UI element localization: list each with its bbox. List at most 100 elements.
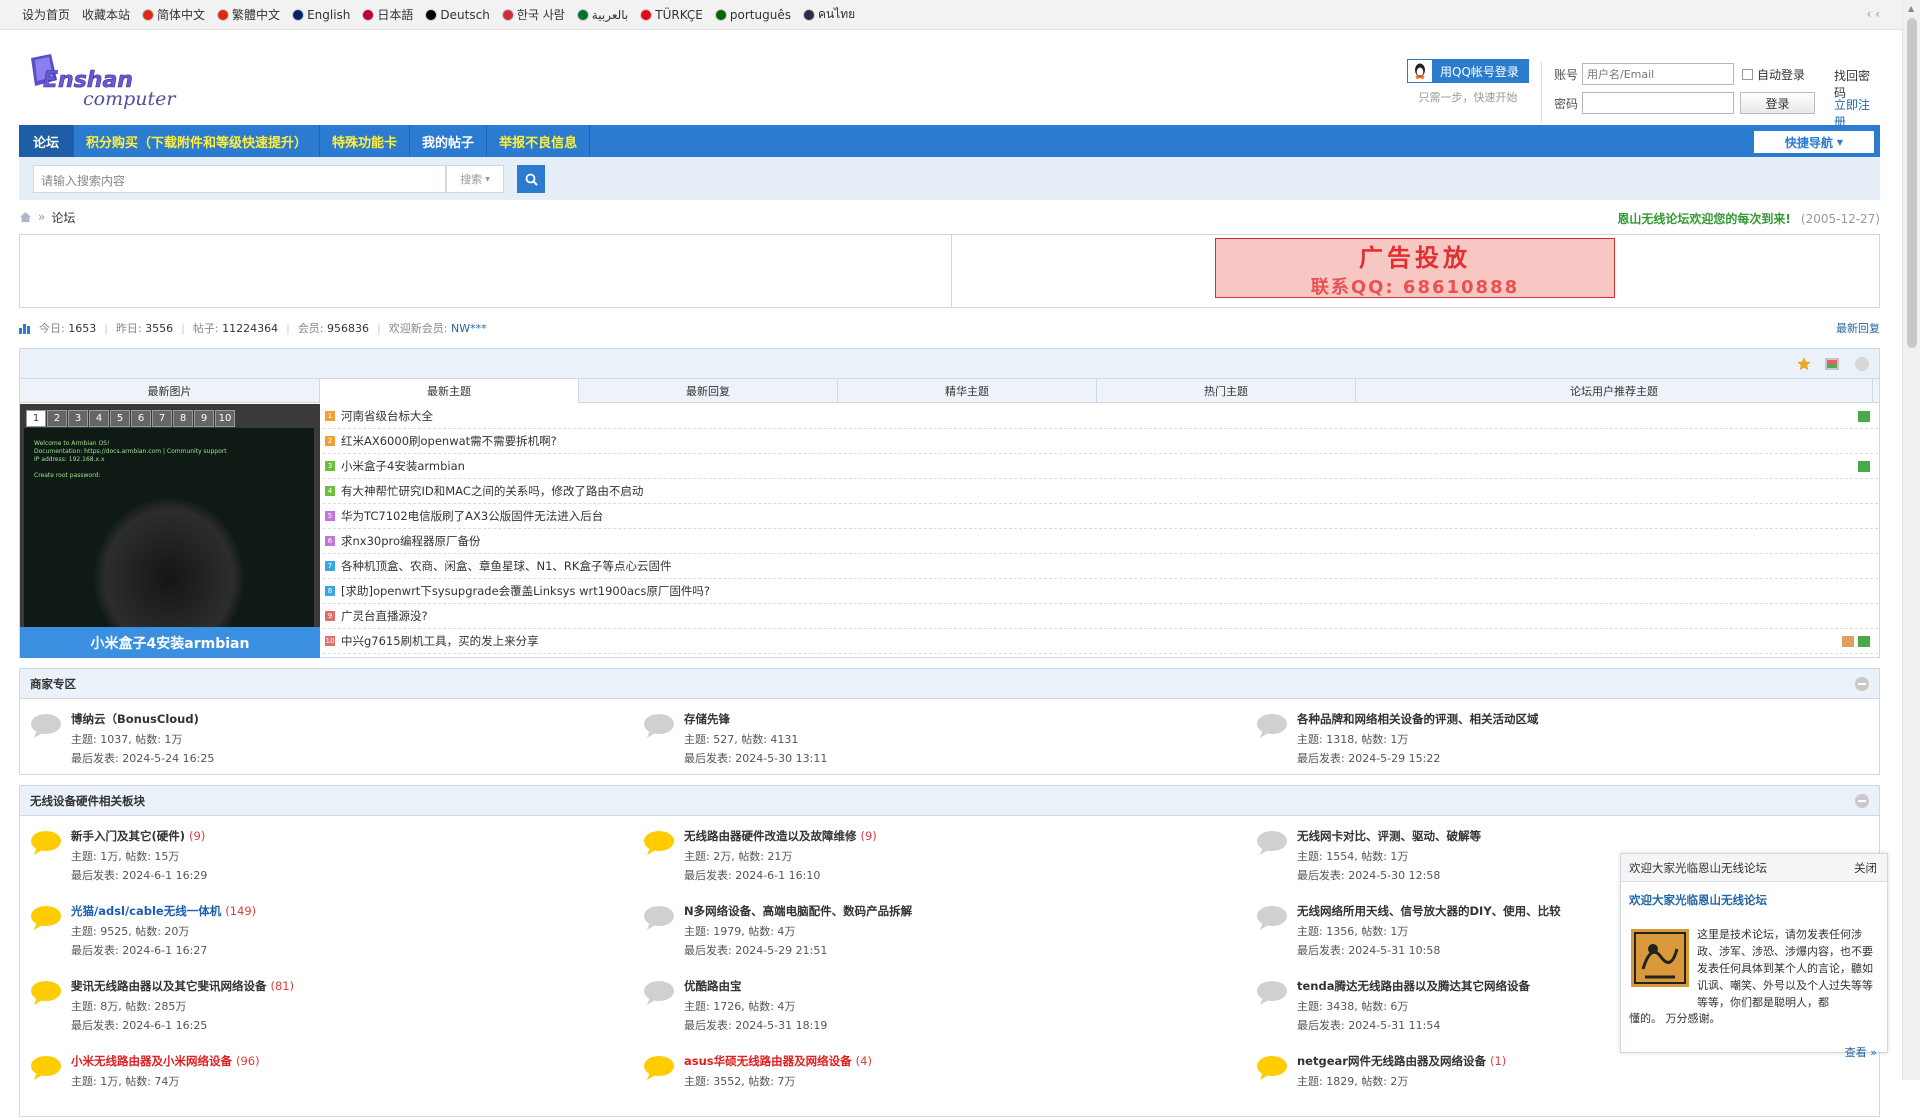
- slide-image[interactable]: Welcome to Armbian OS! Documentation: ht…: [24, 428, 314, 658]
- nav-buy-points[interactable]: 积分购买（下载附件和等级快速提升）: [74, 125, 321, 157]
- newest-member-link[interactable]: NW***: [451, 322, 487, 335]
- popup-close-button[interactable]: 关闭: [1854, 860, 1877, 876]
- portal-tab[interactable]: 热门主题: [1097, 379, 1356, 403]
- forum-last-post[interactable]: 最后发表: 2024-5-30 13:11: [684, 750, 1256, 766]
- scroll-up-icon[interactable]: ▲: [1908, 4, 1914, 13]
- forum-name-link[interactable]: 无线网卡对比、评测、驱动、破解等: [1297, 829, 1481, 843]
- nav-forum[interactable]: 论坛: [19, 125, 75, 157]
- language-link[interactable]: English: [292, 5, 350, 24]
- portal-tab[interactable]: 最新回复: [579, 379, 838, 403]
- forum-last-post[interactable]: 最后发表: 2024-5-29 15:22: [1297, 750, 1869, 766]
- forum-last-post[interactable]: 最后发表: 2024-6-1 16:27: [71, 942, 643, 958]
- slide-page-number[interactable]: 4: [89, 410, 109, 427]
- forum-name-link[interactable]: 各种品牌和网络相关设备的评测、相关活动区域: [1297, 712, 1539, 726]
- qq-login-button[interactable]: 用QQ帐号登录: [1407, 59, 1529, 83]
- latest-reply-link[interactable]: 最新回复: [1836, 320, 1880, 336]
- bookmark-link[interactable]: 收藏本站: [82, 6, 130, 23]
- language-link[interactable]: 繁體中文: [217, 5, 280, 24]
- nav-my-posts[interactable]: 我的帖子: [410, 125, 488, 157]
- slide-page-number[interactable]: 5: [110, 410, 130, 427]
- section-title[interactable]: 无线设备硬件相关板块: [30, 793, 145, 809]
- forum-last-post[interactable]: 最后发表: 2024-5-31 18:19: [684, 1017, 1256, 1033]
- topic-link[interactable]: 各种机顶盒、农商、闲盒、章鱼星球、N1、RK盒子等点心云固件: [341, 558, 671, 574]
- account-input[interactable]: [1582, 63, 1734, 85]
- portal-tab[interactable]: 精华主题: [838, 379, 1097, 403]
- set-homepage-link[interactable]: 设为首页: [22, 6, 70, 23]
- topic-link[interactable]: 有大神帮忙研究ID和MAC之间的关系吗，修改了路由不启动: [341, 483, 643, 499]
- slide-page-number[interactable]: 9: [194, 410, 214, 427]
- language-link[interactable]: بالعربية: [576, 5, 628, 24]
- forum-name-link[interactable]: 存储先锋: [684, 712, 730, 726]
- collapse-icon[interactable]: [1855, 357, 1869, 371]
- topic-link[interactable]: 中兴g7615刷机工具，买的发上来分享: [341, 633, 539, 649]
- star-icon[interactable]: [1797, 357, 1811, 371]
- forum-name-link[interactable]: asus华硕无线路由器及网络设备: [684, 1054, 852, 1068]
- topic-link[interactable]: 华为TC7102电信版刷了AX3公版固件无法进入后台: [341, 508, 603, 524]
- ad-banner[interactable]: 广告投放 联系QQ: 68610888: [1215, 238, 1615, 298]
- slide-page-number[interactable]: 8: [173, 410, 193, 427]
- forum-name-link[interactable]: 新手入门及其它(硬件): [71, 829, 185, 843]
- home-icon[interactable]: [19, 211, 32, 223]
- language-link[interactable]: 日本語: [362, 5, 413, 24]
- language-link[interactable]: 简体中文: [142, 5, 205, 24]
- slide-page-number[interactable]: 1: [26, 410, 46, 427]
- login-button[interactable]: 登录: [1740, 92, 1815, 114]
- quick-nav-button[interactable]: 快捷导航 ▼: [1754, 131, 1874, 153]
- forum-name-link[interactable]: 无线网络所用天线、信号放大器的DIY、使用、比较: [1297, 904, 1561, 918]
- forum-name-link[interactable]: netgear网件无线路由器及网络设备: [1297, 1054, 1486, 1068]
- checkbox-icon[interactable]: [1742, 68, 1753, 80]
- forum-last-post[interactable]: 最后发表: 2024-5-29 21:51: [684, 942, 1256, 958]
- topic-link[interactable]: 广灵台直播源没?: [341, 608, 428, 624]
- forum-name-link[interactable]: 斐讯无线路由器以及其它斐讯网络设备: [71, 979, 267, 993]
- forum-last-post[interactable]: 最后发表: 2024-6-1 16:10: [684, 867, 1256, 883]
- slide-page-number[interactable]: 7: [152, 410, 172, 427]
- forum-name-link[interactable]: 光猫/adsl/cable无线一体机: [71, 904, 221, 918]
- forum-name-link[interactable]: 博纳云（BonusCloud): [71, 712, 199, 726]
- collapse-icon[interactable]: [1855, 677, 1869, 691]
- search-input[interactable]: 请输入搜索内容: [33, 165, 446, 193]
- password-input[interactable]: [1582, 92, 1734, 114]
- topic-link[interactable]: 河南省级台标大全: [341, 408, 433, 424]
- portal-tab[interactable]: 最新主题: [320, 379, 579, 403]
- forum-last-post[interactable]: 最后发表: 2024-6-1 16:29: [71, 867, 643, 883]
- language-link[interactable]: Deutsch: [425, 5, 490, 24]
- forum-name-link[interactable]: 无线路由器硬件改造以及故障维修: [684, 829, 857, 843]
- search-button[interactable]: [517, 165, 545, 193]
- nav-report[interactable]: 举报不良信息: [487, 125, 591, 157]
- forum-name-link[interactable]: 优酷路由宝: [684, 979, 742, 993]
- forum-last-post[interactable]: 最后发表: 2024-6-1 16:25: [71, 1017, 643, 1033]
- forum-name-link[interactable]: 小米无线路由器及小米网络设备: [71, 1054, 232, 1068]
- topic-link[interactable]: [求助]openwrt下sysupgrade会覆盖Linksys wrt1900…: [341, 583, 710, 599]
- slide-page-number[interactable]: 2: [47, 410, 67, 427]
- topic-link[interactable]: 小米盒子4安装armbian: [341, 458, 465, 474]
- auto-login-checkbox[interactable]: 自动登录: [1742, 66, 1805, 83]
- popup-more-link[interactable]: 查看 »: [1845, 1044, 1877, 1060]
- slide-page-number[interactable]: 10: [215, 410, 235, 427]
- language-link[interactable]: 한국 사람: [501, 5, 565, 24]
- collapse-icon[interactable]: ‹ ‹: [1867, 7, 1880, 21]
- portal-tab[interactable]: 最新图片: [20, 379, 320, 403]
- language-link[interactable]: português: [714, 5, 791, 24]
- slide-page-number[interactable]: 3: [68, 410, 88, 427]
- search-type-select[interactable]: 搜索 ▼: [446, 165, 504, 193]
- collapse-icon[interactable]: [1855, 794, 1869, 808]
- language-link[interactable]: คนไทย: [802, 5, 855, 24]
- vertical-scrollbar[interactable]: ▲: [1902, 0, 1920, 1080]
- section-title[interactable]: 商家专区: [30, 676, 76, 692]
- nav-special-cards[interactable]: 特殊功能卡: [320, 125, 411, 157]
- breadcrumb-current[interactable]: 论坛: [51, 209, 75, 226]
- topic-link[interactable]: 求nx30pro编程器原厂备份: [341, 533, 481, 549]
- topic-link[interactable]: 红米AX6000刷openwat需不需要拆机啊?: [341, 433, 557, 449]
- popup-title[interactable]: 欢迎大家光临恩山无线论坛: [1621, 882, 1887, 914]
- site-logo[interactable]: Enshan computer: [21, 50, 196, 112]
- slide-page-number[interactable]: 6: [131, 410, 151, 427]
- slide-caption[interactable]: 小米盒子4安装armbian: [20, 627, 320, 658]
- forum-name-link[interactable]: N多网络设备、高端电脑配件、数码产品拆解: [684, 904, 912, 918]
- image-icon[interactable]: [1825, 357, 1839, 371]
- welcome-notice[interactable]: 恩山无线论坛欢迎您的每次到来! (2005-12-27): [1617, 210, 1880, 227]
- forum-last-post[interactable]: 最后发表: 2024-5-24 16:25: [71, 750, 643, 766]
- scrollbar-thumb[interactable]: [1907, 18, 1917, 348]
- forum-name-link[interactable]: tenda腾达无线路由器以及腾达其它网络设备: [1297, 979, 1530, 993]
- portal-tab[interactable]: 论坛用户推荐主题: [1356, 379, 1873, 403]
- language-link[interactable]: TÜRKÇE: [640, 5, 703, 24]
